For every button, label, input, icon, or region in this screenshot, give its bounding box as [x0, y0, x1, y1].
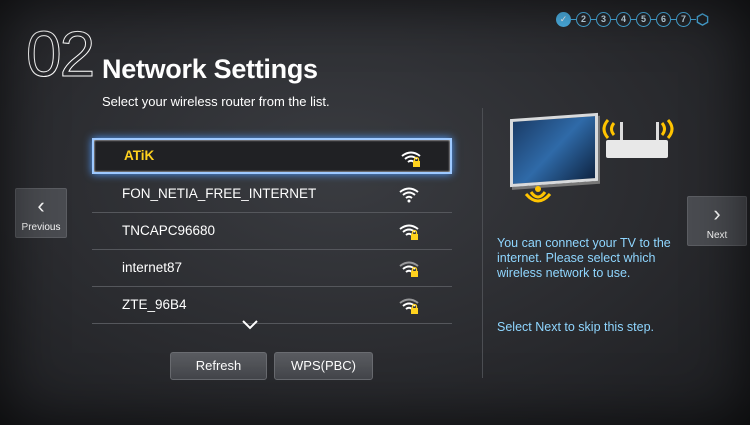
tv-wifi-signal-icon [524, 186, 552, 203]
network-row-fon-netia[interactable]: FON_NETIA_FREE_INTERNET [92, 176, 452, 213]
step-2-indicator: 2 [576, 12, 591, 27]
wireless-network-list: ATiK FON_NETIA_FREE_INTERNET TNCAPC96680… [92, 138, 452, 324]
network-row-zte-96b4[interactable]: ZTE_96B4 [92, 287, 452, 324]
scroll-down-chevron-icon[interactable] [240, 318, 260, 332]
step-3-indicator: 3 [596, 12, 611, 27]
next-button[interactable]: › Next [687, 196, 747, 246]
network-name: ATiK [124, 148, 155, 163]
skip-hint: Select Next to skip this step. [497, 320, 655, 334]
secured-wifi-signal-icon [399, 224, 419, 240]
step-4-indicator: 4 [616, 12, 631, 27]
chevron-right-icon: › [713, 201, 721, 226]
secured-wifi-signal-icon [399, 261, 419, 277]
network-row-internet87[interactable]: internet87 [92, 250, 452, 287]
step-5-indicator: 5 [636, 12, 651, 27]
router-illustration [606, 140, 668, 158]
router-wifi-waves-icon [602, 119, 674, 139]
chevron-left-icon: ‹ [37, 193, 45, 218]
final-step-hexagon-icon [696, 13, 709, 26]
network-name: TNCAPC96680 [122, 223, 216, 238]
network-row-atik[interactable]: ATiK [92, 138, 452, 174]
page-title: Network Settings [102, 54, 318, 84]
previous-label: Previous [21, 222, 61, 233]
tv-illustration [510, 112, 598, 188]
info-description: You can connect your TV to the internet.… [497, 236, 671, 280]
wifi-signal-icon [399, 187, 419, 203]
page-subtitle: Select your wireless router from the lis… [102, 94, 330, 109]
panel-divider [482, 108, 483, 378]
refresh-button[interactable]: Refresh [170, 352, 267, 380]
secured-wifi-signal-icon [399, 298, 419, 314]
network-name: ZTE_96B4 [122, 297, 187, 312]
network-name: internet87 [122, 260, 183, 275]
network-row-tncapc96680[interactable]: TNCAPC96680 [92, 213, 452, 250]
previous-button[interactable]: ‹ Previous [15, 188, 67, 238]
step-progress-indicator: ✓ 2 3 4 5 6 7 [556, 12, 709, 27]
step-1-complete-check-icon: ✓ [556, 12, 571, 27]
wps-pbc-button[interactable]: WPS(PBC) [274, 352, 373, 380]
network-name: FON_NETIA_FREE_INTERNET [122, 186, 317, 201]
next-label: Next [706, 230, 728, 241]
secured-wifi-signal-icon [401, 151, 421, 167]
step-6-indicator: 6 [656, 12, 671, 27]
step-7-indicator: 7 [676, 12, 691, 27]
step-number: 02 [25, 18, 95, 90]
